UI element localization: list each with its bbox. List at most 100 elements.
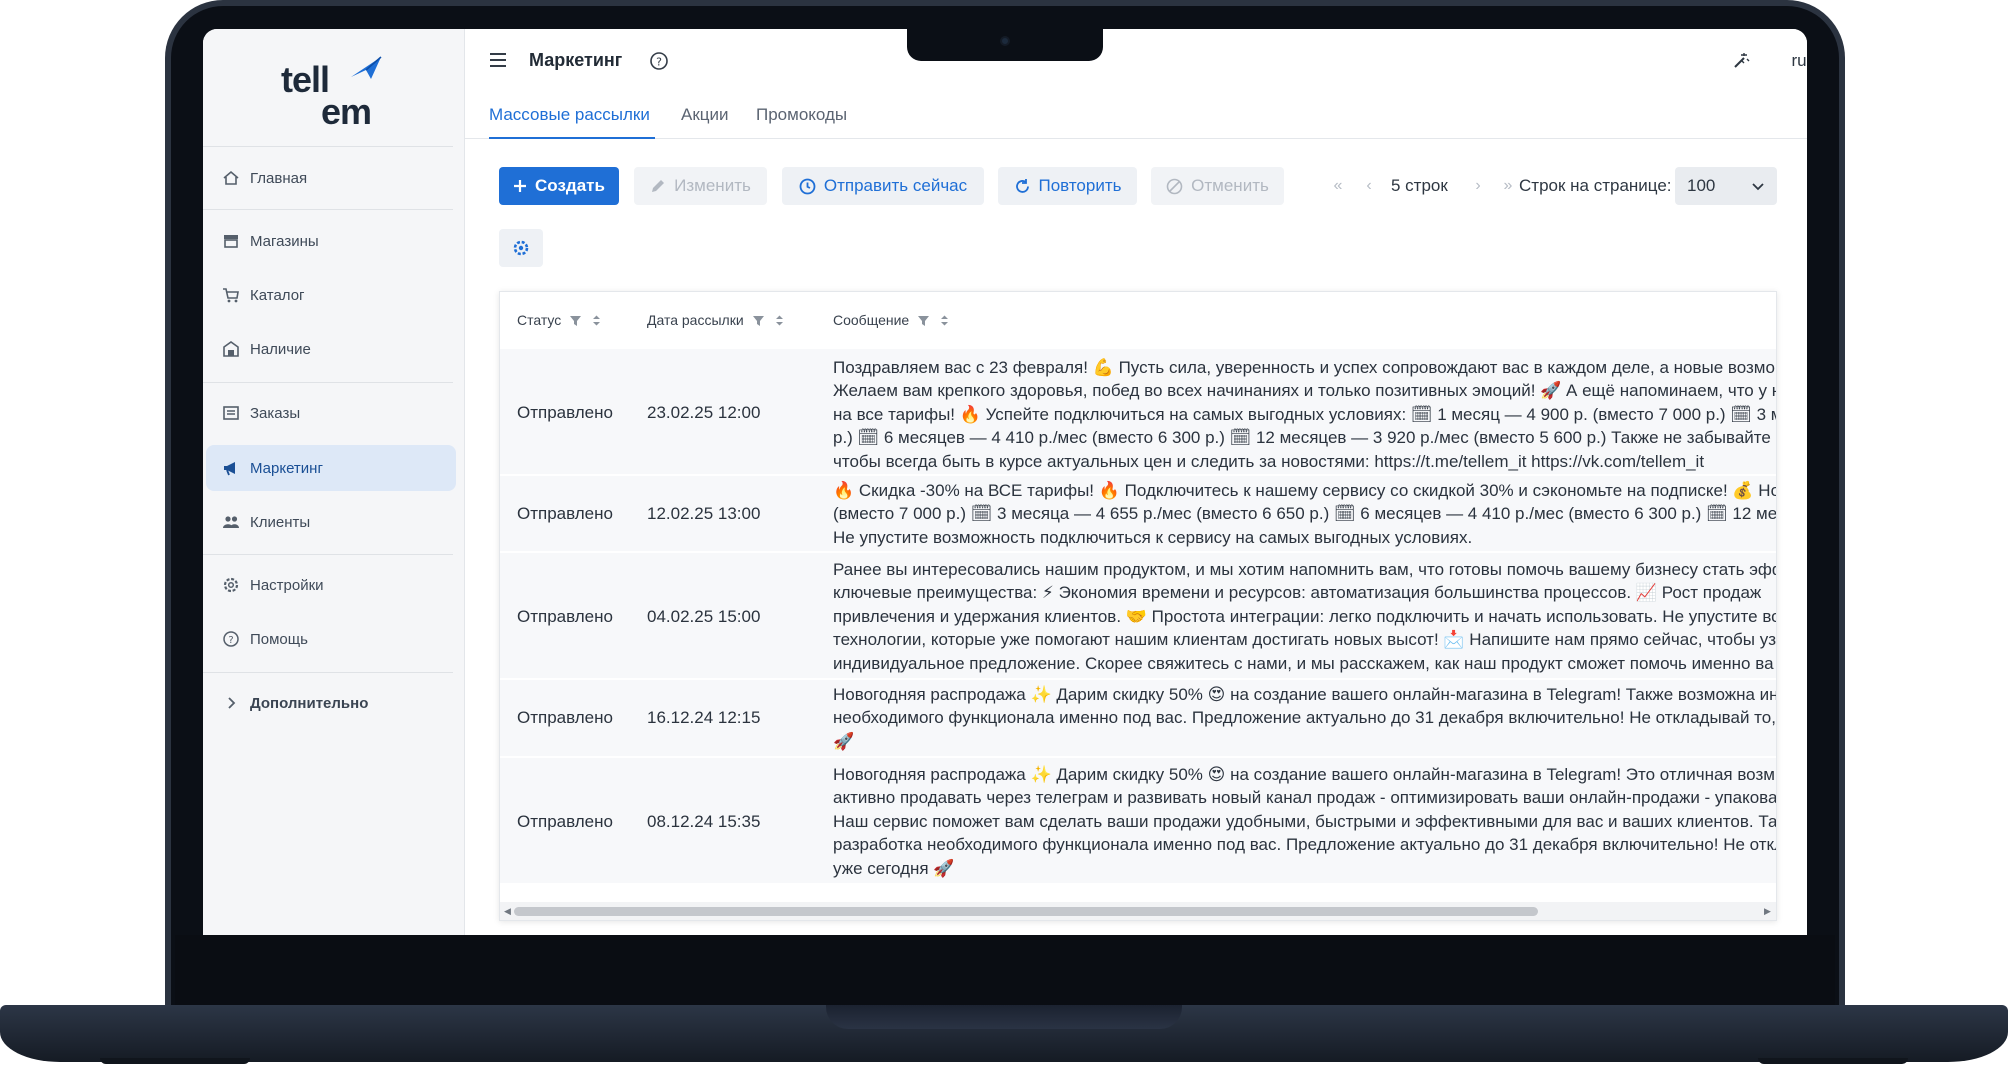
column-header-message[interactable]: Сообщение [833, 312, 951, 328]
table-row[interactable]: Отправлено 23.02.25 12:00 Поздравляем ва… [500, 348, 1777, 474]
tab-promotions[interactable]: Акции [681, 105, 729, 125]
page-title: Маркетинг [529, 50, 623, 70]
sidebar-item-marketing[interactable]: Маркетинг [206, 445, 456, 491]
orders-icon [221, 404, 240, 423]
message-line: необходимого функционала именно под вас.… [833, 708, 1776, 728]
sidebar-item-catalog[interactable]: Каталог [206, 272, 456, 318]
cancel-button[interactable]: Отменить [1151, 167, 1284, 205]
table-row[interactable]: Отправлено 04.02.25 15:00 Ранее вы интер… [500, 552, 1777, 678]
sidebar-item-stores[interactable]: Магазины [206, 218, 456, 264]
chevron-right-icon [221, 694, 240, 713]
message-line: активно продавать через телеграм и разви… [833, 788, 1777, 808]
sidebar-item-settings[interactable]: Настройки [206, 562, 456, 608]
sidebar-item-label: Клиенты [250, 513, 311, 531]
status-cell: Отправлено [517, 504, 613, 523]
sidebar-item-help[interactable]: ? Помощь [206, 616, 456, 662]
message-line: Не упустите возможность подключиться к с… [833, 527, 1473, 547]
sidebar-item-home[interactable]: Главная [206, 155, 456, 201]
sidebar-item-label: Заказы [250, 404, 301, 422]
message-line: Ранее вы интересовались нашим продуктом,… [833, 560, 1777, 579]
table-row[interactable]: Отправлено 16.12.24 12:15 Новогодняя рас… [500, 679, 1777, 756]
prev-page-icon[interactable]: ‹ [1358, 175, 1380, 197]
svg-text:?: ? [656, 56, 662, 69]
scrollbar-thumb[interactable] [514, 907, 1538, 916]
create-button[interactable]: Создать [499, 167, 619, 205]
logo-text-bottom: em [321, 91, 372, 132]
column-header-date[interactable]: Дата рассылки [647, 312, 786, 328]
message-line: 🚀 [833, 731, 855, 751]
message-line: Наш сервис поможет вам сделать ваши прод… [833, 811, 1777, 831]
app-logo[interactable]: tell em [281, 55, 411, 132]
sidebar-item-label: Главная [250, 169, 308, 187]
nav-divider [203, 382, 453, 383]
message-line: Новогодняя распродажа ✨ Дарим скидку 50%… [833, 685, 1777, 704]
sort-icon[interactable] [590, 314, 603, 327]
language-switch[interactable]: ru [1781, 47, 1807, 75]
message-line: Желаем вам крепкого здоровья, побед во в… [833, 381, 1777, 401]
megaphone-icon [221, 459, 240, 478]
message-line: ключевые преимущества: ⚡ Экономия времен… [833, 583, 1762, 603]
laptop-chin [175, 935, 1835, 1005]
sidebar-item-label: Магазины [250, 232, 319, 250]
rows-per-page-value: 100 [1687, 176, 1716, 195]
last-page-icon[interactable]: » [1497, 175, 1519, 197]
table-row[interactable]: Отправлено 12.02.25 13:00 🔥 Скидка -30% … [500, 475, 1776, 551]
message-line: привлечения и удержания клиентов. 🤝 Прос… [833, 606, 1777, 626]
sort-icon[interactable] [938, 314, 951, 327]
help-icon[interactable]: ? [648, 50, 670, 72]
rows-per-page-select[interactable]: 100 [1675, 167, 1777, 205]
first-page-icon[interactable]: « [1327, 175, 1349, 197]
sort-icon[interactable] [773, 314, 786, 327]
magic-wand-icon [1734, 53, 1750, 68]
tab-mass-mailing[interactable]: Массовые рассылки [489, 105, 650, 125]
nav-divider [203, 672, 453, 673]
filter-icon[interactable] [569, 314, 582, 327]
scroll-left-icon[interactable]: ◀ [504, 906, 511, 917]
next-page-icon[interactable]: › [1467, 175, 1489, 197]
warehouse-icon [221, 340, 240, 359]
message-cell: Новогодняя распродажа ✨ Дарим скидку 50%… [833, 763, 1777, 880]
sidebar-item-label: Каталог [250, 286, 305, 304]
table-settings-button[interactable] [499, 229, 543, 267]
date-cell: 08.12.24 15:35 [647, 812, 761, 831]
sidebar: tell em Главная Магазины Каталог Наличие [203, 29, 465, 935]
menu-icon[interactable] [487, 49, 509, 71]
nav-divider [203, 146, 453, 147]
date-cell: 04.02.25 15:00 [647, 607, 761, 626]
scroll-right-icon[interactable]: ▶ [1764, 906, 1771, 917]
sidebar-item-clients[interactable]: Клиенты [206, 499, 456, 545]
date-cell: 12.02.25 13:00 [647, 504, 761, 523]
filter-icon[interactable] [917, 314, 930, 327]
edit-button[interactable]: Изменить [634, 167, 767, 205]
repeat-button[interactable]: Повторить [998, 167, 1137, 205]
sidebar-item-label: Дополнительно [250, 694, 369, 712]
date-cell: 16.12.24 12:15 [647, 708, 761, 727]
status-cell: Отправлено [517, 708, 613, 727]
laptop-foot-left [100, 1058, 250, 1064]
sidebar-item-stock[interactable]: Наличие [206, 326, 456, 372]
filter-icon[interactable] [752, 314, 765, 327]
mailing-table: Статус Дата рассылки Сообщение Отправлен… [499, 291, 1777, 921]
table-row[interactable]: Отправлено 08.12.24 15:35 Новогодняя рас… [500, 757, 1777, 883]
column-header-status[interactable]: Статус [517, 312, 603, 328]
message-line: Новогодняя распродажа ✨ Дарим скидку 50%… [833, 765, 1775, 784]
message-cell: Поздравляем вас с 23 февраля! 💪 Пусть си… [833, 356, 1777, 473]
send-now-button[interactable]: Отправить сейчас [782, 167, 984, 205]
laptop-hinge-notch [826, 1005, 1182, 1029]
help-icon: ? [221, 630, 240, 649]
horizontal-scrollbar[interactable]: ◀ ▶ [500, 902, 1776, 920]
sidebar-item-extra[interactable]: Дополнительно [206, 680, 456, 726]
sidebar-item-label: Настройки [250, 576, 324, 594]
column-header-label: Сообщение [833, 312, 910, 328]
sidebar-item-orders[interactable]: Заказы [206, 390, 456, 436]
tab-promocodes[interactable]: Промокоды [756, 105, 847, 125]
gear-icon [513, 240, 529, 256]
home-icon [221, 169, 240, 188]
create-button-label: Создать [535, 176, 605, 195]
sidebar-item-label: Маркетинг [250, 459, 323, 477]
app-screen: tell em Главная Магазины Каталог Наличие [203, 29, 1807, 935]
magic-wand-button[interactable] [1727, 47, 1755, 75]
message-cell: Новогодняя распродажа ✨ Дарим скидку 50%… [833, 683, 1777, 753]
edit-button-label: Изменить [674, 176, 751, 195]
rows-count: 5 строк [1391, 176, 1448, 195]
